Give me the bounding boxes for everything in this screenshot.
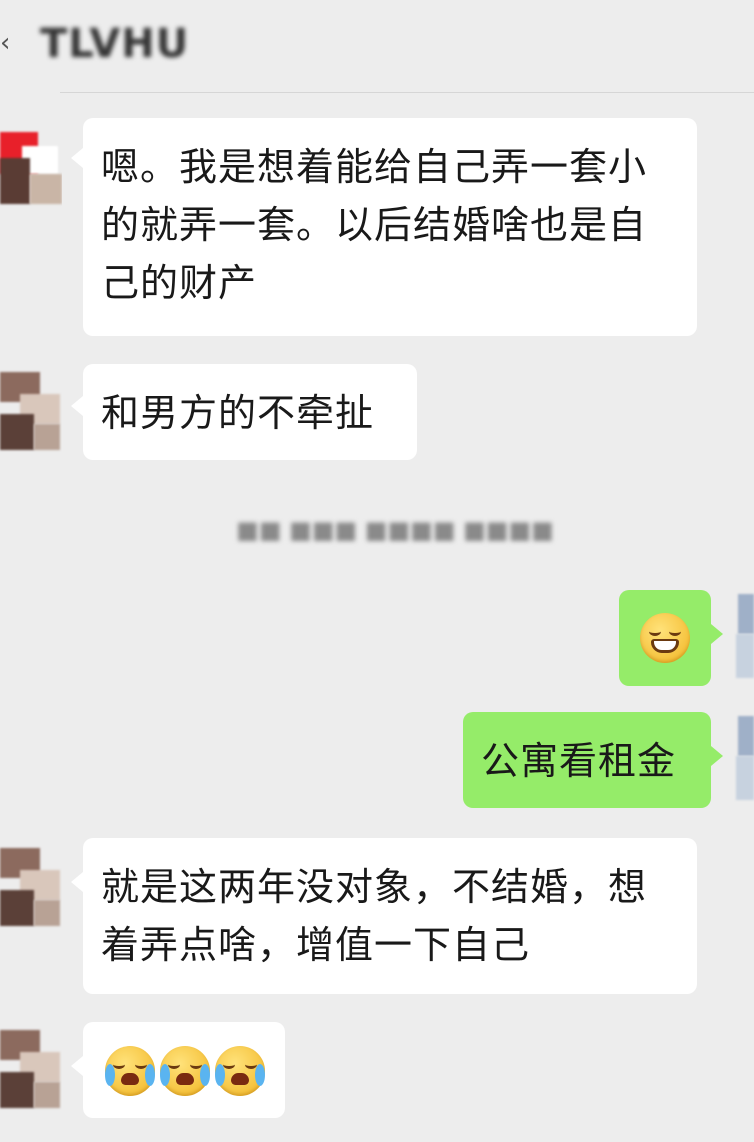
bubble-tail xyxy=(711,746,723,766)
message-bubble-2[interactable]: 和男方的不牵扯 xyxy=(83,364,417,460)
grinning-face-emoji xyxy=(640,613,690,663)
contact-avatar[interactable] xyxy=(0,118,62,208)
contact-avatar[interactable] xyxy=(0,840,62,930)
bubble-tail xyxy=(711,624,723,644)
self-avatar[interactable] xyxy=(734,712,754,802)
message-bubble-3[interactable] xyxy=(619,590,711,686)
crying-laughing-emoji xyxy=(105,1046,155,1096)
message-bubble-1[interactable]: 嗯。我是想着能给自己弄一套小的就弄一套。以后结婚啥也是自己的财产 xyxy=(83,118,697,336)
crying-laughing-emoji xyxy=(160,1046,210,1096)
self-avatar[interactable] xyxy=(734,590,754,680)
message-text: 就是这两年没对象，不结婚，想着弄点啥，增值一下自己 xyxy=(101,865,648,967)
bubble-tail xyxy=(71,1056,83,1076)
chat-title: TLVHU xyxy=(40,21,190,67)
message-text: 嗯。我是想着能给自己弄一套小的就弄一套。以后结婚啥也是自己的财产 xyxy=(101,145,648,305)
chat-header: ‹ TLVHU xyxy=(0,0,754,93)
message-bubble-5[interactable]: 就是这两年没对象，不结婚，想着弄点啥，增值一下自己 xyxy=(83,838,697,994)
crying-laughing-emoji xyxy=(215,1046,265,1096)
bubble-tail xyxy=(71,872,83,892)
message-bubble-4[interactable]: 公寓看租金 xyxy=(463,712,711,808)
back-icon[interactable]: ‹ xyxy=(0,30,10,56)
bubble-tail xyxy=(71,396,83,416)
contact-avatar[interactable] xyxy=(0,1022,62,1112)
timestamp: ■■ ■■■ ■■■■ ■■■■ xyxy=(236,516,554,544)
message-text: 和男方的不牵扯 xyxy=(101,391,375,435)
message-bubble-6[interactable] xyxy=(83,1022,285,1118)
contact-avatar[interactable] xyxy=(0,364,62,454)
bubble-tail xyxy=(71,148,83,168)
message-text: 公寓看租金 xyxy=(481,739,677,783)
header-divider xyxy=(60,92,754,93)
